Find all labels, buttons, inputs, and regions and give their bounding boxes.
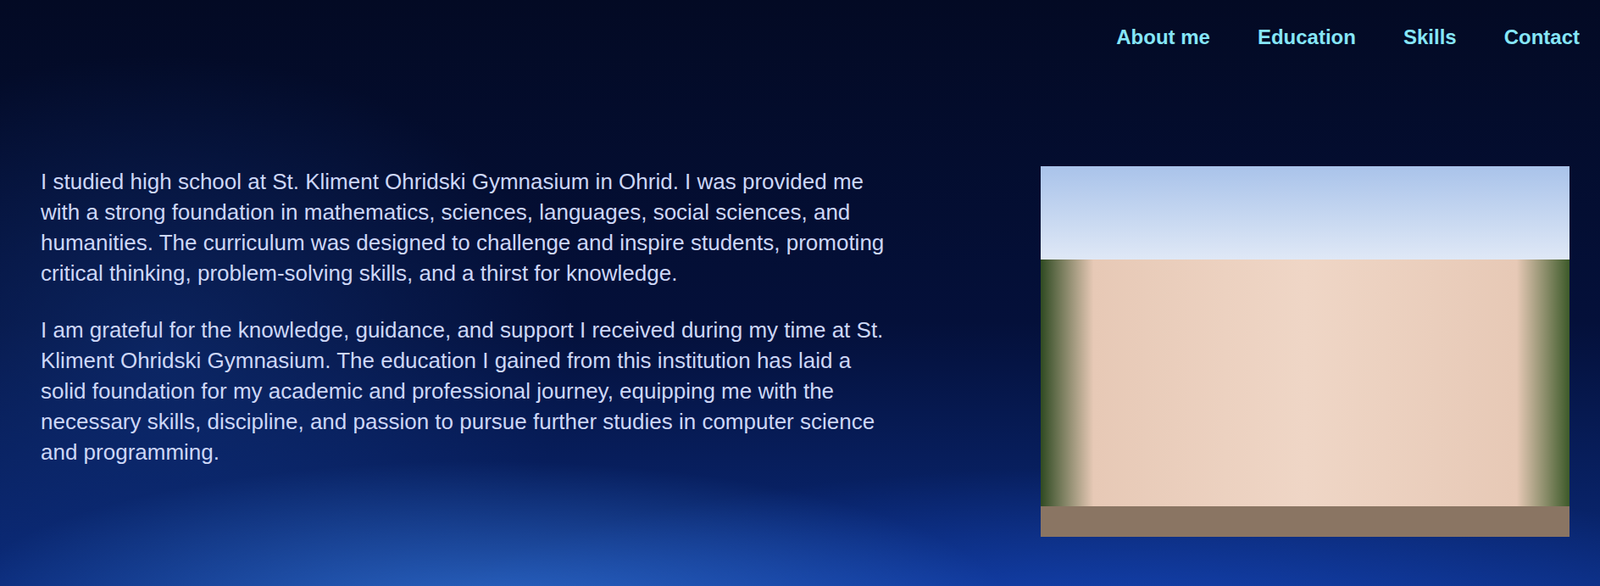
nav-link[interactable]: Contact — [1504, 23, 1580, 51]
paragraph: I am grateful for the knowledge, guidanc… — [40, 314, 897, 467]
nav-link[interactable]: Skills — [1403, 23, 1457, 51]
nav-bar: About me Education Skills Contact — [1116, 23, 1580, 51]
school-photo — [1040, 166, 1570, 537]
education-section: I studied high school at St. Kliment Ohr… — [0, 166, 1600, 537]
header: About me Education Skills Contact — [0, 0, 1600, 51]
education-text: I studied high school at St. Kliment Ohr… — [40, 166, 897, 494]
page: About me Education Skills Contact I studied… — [0, 0, 1600, 586]
nav-link[interactable]: About me — [1116, 23, 1211, 51]
paragraph: I studied high school at St. Kliment Ohr… — [40, 166, 897, 289]
nav-link[interactable]: Education — [1257, 23, 1356, 51]
